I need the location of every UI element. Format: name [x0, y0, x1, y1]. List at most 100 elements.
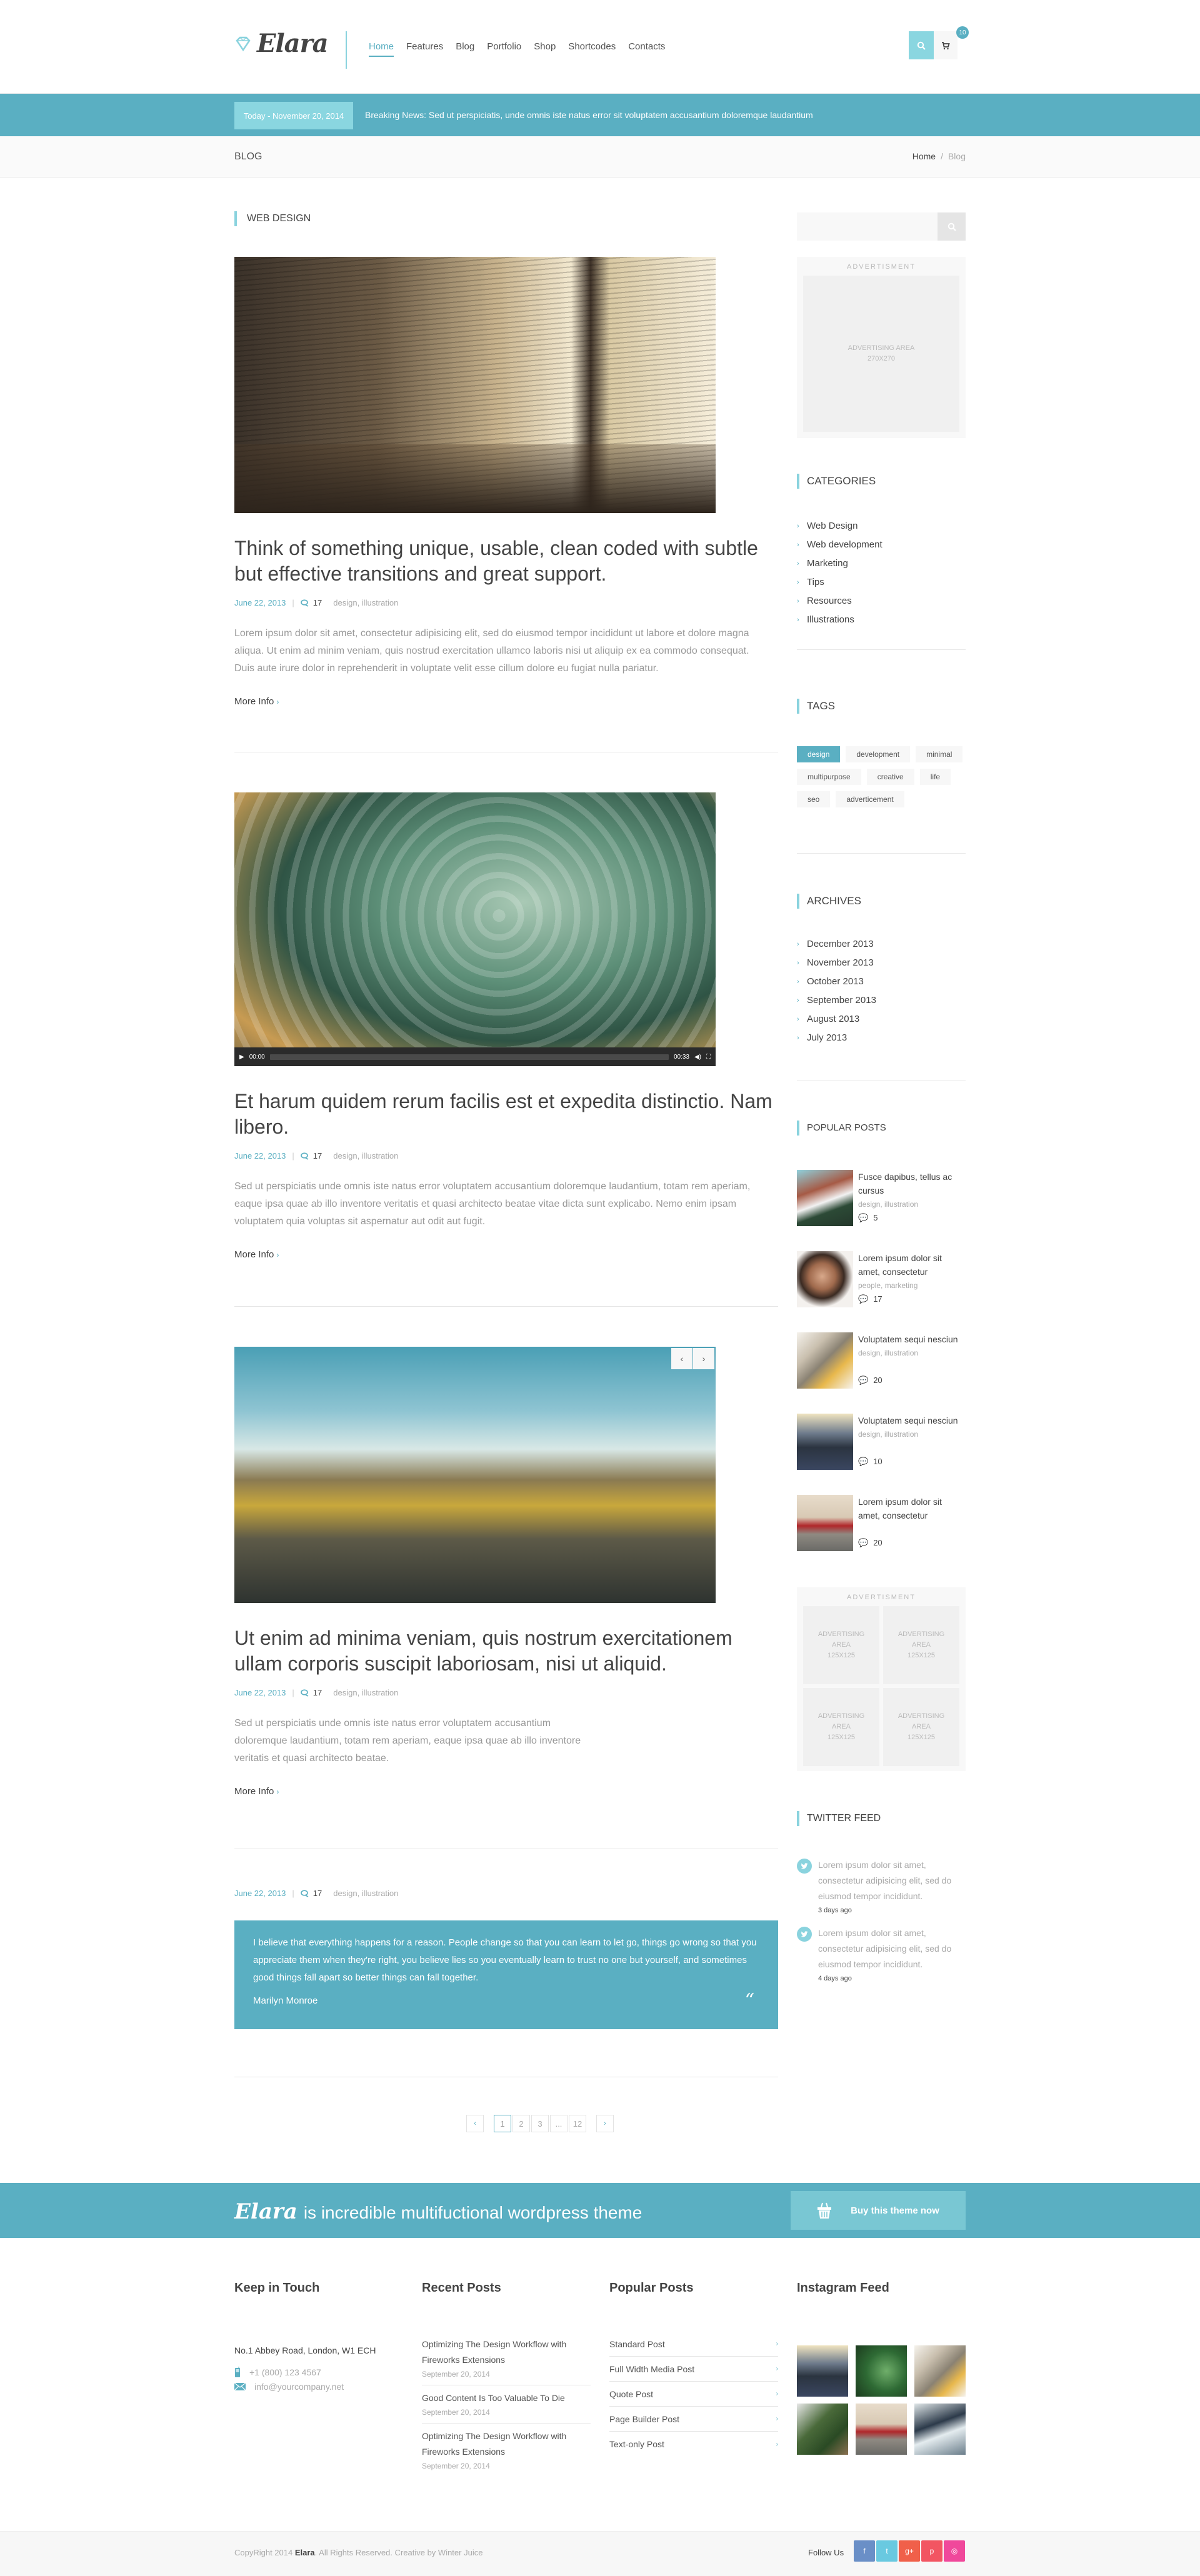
post-title[interactable]: Et harum quidem rerum facilis est et exp… [234, 1089, 778, 1140]
post-tags[interactable]: design, illustration [333, 1688, 398, 1697]
pagination-page-1[interactable]: 1 [494, 2115, 511, 2132]
instagram-photo[interactable] [856, 2345, 907, 2397]
nav-features[interactable]: Features [406, 41, 443, 57]
breadcrumb-home[interactable]: Home [912, 151, 936, 161]
recent-post-title[interactable]: Optimizing The Design Workflow with Fire… [422, 2337, 591, 2368]
ad-area-125[interactable]: ADVERTISING AREA 125X125 [803, 1688, 879, 1766]
popular-post-title[interactable]: Lorem ipsum dolor sit amet, consectetur [858, 1495, 966, 1522]
popular-post-title[interactable]: Fusce dapibus, tellus ac cursus [858, 1170, 966, 1197]
tag-development[interactable]: development [846, 746, 911, 762]
popular-post-thumbnail[interactable] [797, 1170, 853, 1226]
nav-home[interactable]: Home [369, 41, 394, 57]
post-video-frosted-leaves[interactable]: ▶ 00:00 00:33 ◀) ⛶ [234, 792, 716, 1066]
nav-blog[interactable]: Blog [456, 41, 474, 57]
pagination-prev[interactable]: ‹ [466, 2115, 484, 2132]
nav-shortcodes[interactable]: Shortcodes [568, 41, 616, 57]
pinterest-icon[interactable]: p [921, 2540, 942, 2562]
pagination-page-3[interactable]: 3 [531, 2115, 549, 2132]
instagram-photo[interactable] [797, 2345, 848, 2397]
tag-adverticement[interactable]: adverticement [836, 791, 904, 807]
recent-post-title[interactable]: Optimizing The Design Workflow with Fire… [422, 2429, 591, 2460]
category-item[interactable]: › Illustrations [797, 611, 966, 629]
pagination-page-2[interactable]: 2 [512, 2115, 530, 2132]
category-item[interactable]: › Tips [797, 573, 966, 592]
sidebar-search-input[interactable] [797, 212, 938, 241]
popular-post-thumbnail[interactable] [797, 1332, 853, 1389]
pagination-page-12[interactable]: 12 [569, 2115, 586, 2132]
archive-item[interactable]: › August 2013 [797, 1010, 966, 1029]
ad-area-125[interactable]: ADVERTISING AREA 125X125 [883, 1606, 959, 1684]
post-date[interactable]: June 22, 2013 [234, 1151, 286, 1161]
popular-post-title[interactable]: Voluptatem sequi nesciun [858, 1332, 966, 1346]
post-tags[interactable]: design, illustration [333, 598, 398, 607]
comment-count[interactable]: 17 [300, 1889, 322, 1898]
ad-area-125[interactable]: ADVERTISING AREA 125X125 [803, 1606, 879, 1684]
archive-item[interactable]: › December 2013 [797, 935, 966, 954]
post-title[interactable]: Think of something unique, usable, clean… [234, 536, 778, 587]
post-tags[interactable]: design, illustration [333, 1889, 398, 1898]
dribbble-icon[interactable]: ◎ [944, 2540, 965, 2562]
instagram-photo[interactable] [856, 2404, 907, 2455]
ad-area-125[interactable]: ADVERTISING AREA 125X125 [883, 1688, 959, 1766]
popular-post-thumbnail[interactable] [797, 1495, 853, 1551]
popular-link[interactable]: Page Builder Post › [609, 2407, 778, 2432]
popular-post[interactable]: Fusce dapibus, tellus ac cursus design, i… [797, 1170, 966, 1232]
breaking-news-text[interactable]: Breaking News: Sed ut perspiciatis, unde… [365, 110, 813, 120]
post-gallery-mountains[interactable]: ‹ › [234, 1347, 716, 1603]
tag-design[interactable]: design [797, 746, 841, 762]
tag-minimal[interactable]: minimal [916, 746, 963, 762]
email-address[interactable]: info@yourcompany.net [254, 2382, 344, 2392]
archive-item[interactable]: › September 2013 [797, 991, 966, 1010]
twitter-icon[interactable]: t [876, 2540, 898, 2562]
recent-post-title[interactable]: Good Content Is Too Valuable To Die [422, 2390, 591, 2406]
google-plus-icon[interactable]: g+ [899, 2540, 920, 2562]
category-item[interactable]: › Web Design [797, 517, 966, 536]
post-title[interactable]: Ut enim ad minima veniam, quis nostrum e… [234, 1625, 778, 1677]
more-info-link[interactable]: More Info › [234, 696, 778, 707]
tag-multipurpose[interactable]: multipurpose [797, 769, 861, 785]
comment-count[interactable]: 17 [300, 1688, 322, 1697]
instagram-photo[interactable] [914, 2345, 966, 2397]
more-info-link[interactable]: More Info › [234, 1249, 778, 1260]
fullscreen-icon[interactable]: ⛶ [706, 1054, 711, 1061]
instagram-photo[interactable] [914, 2404, 966, 2455]
comment-count[interactable]: 17 [300, 1151, 322, 1161]
nav-shop[interactable]: Shop [534, 41, 556, 57]
instagram-photo[interactable] [797, 2404, 848, 2455]
post-date[interactable]: June 22, 2013 [234, 598, 286, 607]
recent-post[interactable]: Optimizing The Design Workflow with Fire… [422, 2424, 591, 2477]
tag-life[interactable]: life [919, 769, 951, 785]
gallery-prev-button[interactable]: ‹ [671, 1348, 692, 1369]
recent-post[interactable]: Good Content Is Too Valuable To Die Septe… [422, 2385, 591, 2424]
archive-item[interactable]: › October 2013 [797, 972, 966, 991]
popular-post[interactable]: Lorem ipsum dolor sit amet, consectetur 💬… [797, 1495, 966, 1557]
archive-item[interactable]: › November 2013 [797, 954, 966, 972]
play-icon[interactable]: ▶ [239, 1054, 244, 1061]
gallery-next-button[interactable]: › [693, 1348, 714, 1369]
sidebar-search-button[interactable] [938, 212, 966, 241]
ad-area-270[interactable]: ADVERTISING AREA 270X270 [803, 276, 959, 432]
buy-theme-button[interactable]: Buy this theme now [791, 2191, 966, 2230]
post-image-window-blinds[interactable] [234, 257, 716, 513]
popular-link[interactable]: Text-only Post › [609, 2432, 778, 2457]
tag-seo[interactable]: seo [797, 791, 831, 807]
popular-post-thumbnail[interactable] [797, 1251, 853, 1307]
comment-count[interactable]: 17 [300, 598, 322, 607]
post-date[interactable]: June 22, 2013 [234, 1889, 286, 1898]
cart-button[interactable] [934, 31, 958, 59]
popular-post[interactable]: Voluptatem sequi nesciun design, illustra… [797, 1332, 966, 1395]
copyright-brand[interactable]: Elara [295, 2548, 315, 2557]
video-progress-bar[interactable] [269, 1054, 669, 1060]
popular-post-title[interactable]: Voluptatem sequi nesciun [858, 1414, 966, 1427]
category-item[interactable]: › Marketing [797, 554, 966, 573]
facebook-icon[interactable]: f [854, 2540, 875, 2562]
post-date[interactable]: June 22, 2013 [234, 1688, 286, 1697]
popular-link[interactable]: Full Width Media Post › [609, 2357, 778, 2382]
header-search-button[interactable] [909, 31, 934, 59]
popular-post-thumbnail[interactable] [797, 1414, 853, 1470]
archive-item[interactable]: › July 2013 [797, 1029, 966, 1047]
popular-link[interactable]: Standard Post › [609, 2332, 778, 2357]
pagination-next[interactable]: › [596, 2115, 614, 2132]
recent-post[interactable]: Optimizing The Design Workflow with Fire… [422, 2332, 591, 2385]
category-item[interactable]: › Resources [797, 592, 966, 611]
